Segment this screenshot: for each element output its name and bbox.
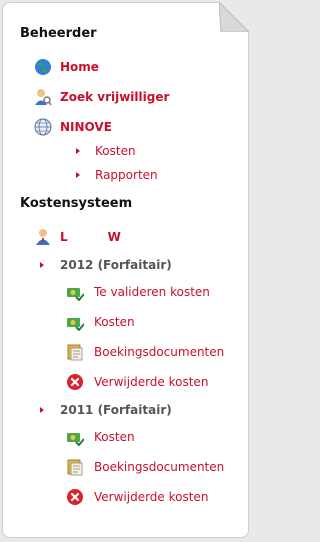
money-check-icon bbox=[66, 283, 84, 301]
delete-icon bbox=[66, 488, 84, 506]
document-icon bbox=[66, 343, 84, 361]
nav-ninove-rapporten[interactable]: Rapporten bbox=[76, 168, 158, 182]
globe-icon bbox=[34, 58, 52, 76]
item-2011-kosten-label: Kosten bbox=[94, 430, 135, 444]
section-title-kostensysteem: Kostensysteem bbox=[20, 196, 133, 211]
item-2012-kosten[interactable]: Kosten bbox=[66, 313, 135, 331]
document-icon bbox=[66, 458, 84, 476]
bullet-arrow-icon bbox=[40, 262, 44, 268]
user-second: W bbox=[107, 230, 121, 244]
item-2011-verwijderde-label: Verwijderde kosten bbox=[94, 490, 209, 504]
item-2011-kosten[interactable]: Kosten bbox=[66, 428, 135, 446]
item-2012-te-valideren-label: Te valideren kosten bbox=[94, 285, 210, 299]
user-initial: L bbox=[60, 230, 68, 244]
item-2011-boekingsdocumenten[interactable]: Boekingsdocumenten bbox=[66, 458, 224, 476]
year-2012-label: 2012 (Forfaitair) bbox=[60, 258, 172, 272]
nav-zoek-label: Zoek vrijwilliger bbox=[60, 90, 170, 104]
item-2012-boekingsdocumenten[interactable]: Boekingsdocumenten bbox=[66, 343, 224, 361]
delete-icon bbox=[66, 373, 84, 391]
page-fold-corner bbox=[219, 2, 249, 32]
item-2011-boekingsdocumenten-label: Boekingsdocumenten bbox=[94, 460, 225, 474]
user-search-icon bbox=[34, 88, 52, 106]
bullet-arrow-icon bbox=[76, 172, 80, 178]
year-2012[interactable]: 2012 (Forfaitair) bbox=[40, 258, 172, 272]
web-globe-icon bbox=[34, 118, 52, 136]
money-check-icon bbox=[66, 313, 84, 331]
nav-ninove-rapporten-label: Rapporten bbox=[95, 168, 158, 182]
section-title-beheerder: Beheerder bbox=[20, 26, 97, 41]
item-2012-verwijderde[interactable]: Verwijderde kosten bbox=[66, 373, 208, 391]
nav-ninove-label: NINOVE bbox=[60, 120, 112, 134]
year-2011[interactable]: 2011 (Forfaitair) bbox=[40, 403, 172, 417]
nav-ninove-kosten[interactable]: Kosten bbox=[76, 144, 136, 158]
bullet-arrow-icon bbox=[40, 407, 44, 413]
item-2012-boekingsdocumenten-label: Boekingsdocumenten bbox=[94, 345, 225, 359]
item-2012-te-valideren[interactable]: Te valideren kosten bbox=[66, 283, 210, 301]
nav-home[interactable]: Home bbox=[34, 58, 99, 76]
year-2011-label: 2011 (Forfaitair) bbox=[60, 403, 172, 417]
item-2012-kosten-label: Kosten bbox=[94, 315, 135, 329]
nav-ninove-kosten-label: Kosten bbox=[95, 144, 136, 158]
nav-ninove[interactable]: NINOVE bbox=[34, 118, 112, 136]
money-check-icon bbox=[66, 428, 84, 446]
bullet-arrow-icon bbox=[76, 148, 80, 154]
item-2011-verwijderde[interactable]: Verwijderde kosten bbox=[66, 488, 208, 506]
user-icon bbox=[34, 228, 52, 246]
nav-home-label: Home bbox=[60, 60, 99, 74]
nav-user[interactable]: L W bbox=[34, 228, 121, 246]
nav-zoek-vrijwilliger[interactable]: Zoek vrijwilliger bbox=[34, 88, 169, 106]
item-2012-verwijderde-label: Verwijderde kosten bbox=[94, 375, 209, 389]
